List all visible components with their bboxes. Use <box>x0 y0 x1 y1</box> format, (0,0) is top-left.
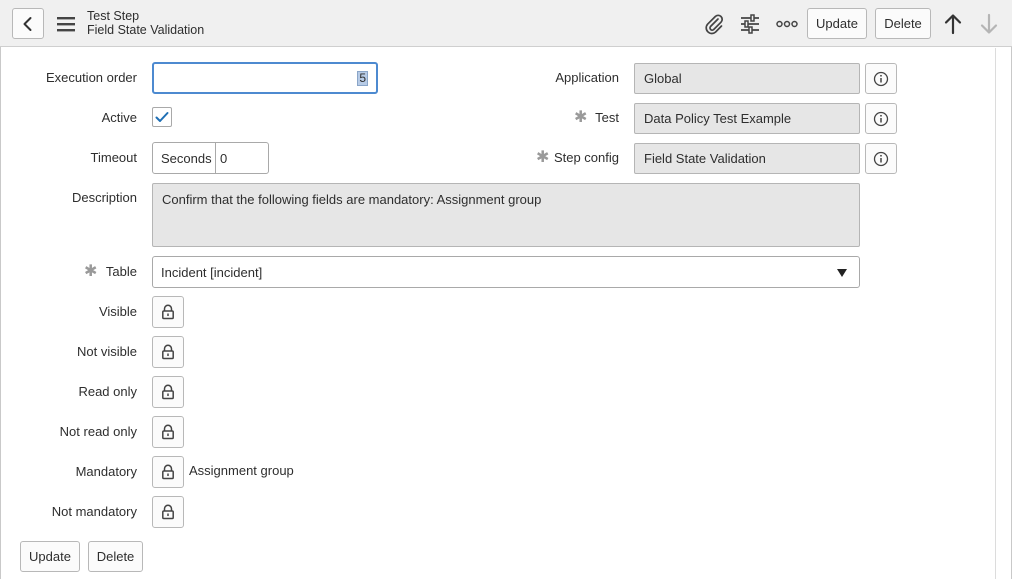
lock-icon <box>162 344 174 360</box>
lock-icon <box>162 424 174 440</box>
application-info-button[interactable] <box>865 63 897 94</box>
not-mandatory-lock-button[interactable] <box>152 496 184 528</box>
header-bar: Test Step Field State Validation Update … <box>0 0 1012 47</box>
step-config-label: Step config <box>553 150 619 165</box>
not-mandatory-label: Not mandatory <box>51 504 137 519</box>
lock-icon <box>162 384 174 400</box>
test-label: Test <box>595 110 619 125</box>
table-label: Table <box>105 264 137 279</box>
not-read-only-lock-button[interactable] <box>152 416 184 448</box>
delete-button-top[interactable]: Delete <box>875 8 931 39</box>
step-config-field: Field State Validation <box>634 143 860 174</box>
arrow-up-icon[interactable] <box>942 12 964 36</box>
update-button[interactable]: Update <box>20 541 80 572</box>
lock-icon <box>162 464 174 480</box>
lock-icon <box>162 304 174 320</box>
dropdown-caret-icon <box>837 269 847 277</box>
required-asterisk-icon: ✱ <box>574 109 588 126</box>
required-asterisk-icon: ✱ <box>84 263 98 280</box>
application-field: Global <box>634 63 860 94</box>
timeout-unit-label: Seconds <box>152 142 216 174</box>
test-field: Data Policy Test Example <box>634 103 860 134</box>
timeout-label: Timeout <box>90 150 137 165</box>
table-select-value: Incident [incident] <box>161 264 263 280</box>
table-select[interactable]: Incident [incident] <box>152 256 860 288</box>
mandatory-value: Assignment group <box>189 463 294 478</box>
chevron-left-icon <box>23 16 32 31</box>
timeout-input[interactable]: 0 <box>215 142 269 174</box>
record-title: Test Step Field State Validation <box>87 9 204 37</box>
visible-lock-button[interactable] <box>152 296 184 328</box>
arrow-down-icon[interactable] <box>978 12 1000 36</box>
settings-sliders-icon[interactable] <box>738 12 762 36</box>
not-visible-lock-button[interactable] <box>152 336 184 368</box>
page-title: Test Step <box>87 9 140 23</box>
visible-label: Visible <box>98 304 137 319</box>
active-checkbox[interactable] <box>152 107 172 127</box>
info-icon <box>873 111 889 126</box>
update-button-top[interactable]: Update <box>807 8 867 39</box>
hamburger-menu-icon[interactable] <box>55 13 77 35</box>
page-subtitle: Field State Validation <box>87 23 205 37</box>
delete-button[interactable]: Delete <box>88 541 143 572</box>
mandatory-label: Mandatory <box>75 464 137 479</box>
execution-order-value: 5 <box>357 70 368 86</box>
scrollbar-track <box>995 48 996 579</box>
read-only-label: Read only <box>78 384 137 399</box>
more-options-icon[interactable] <box>775 14 799 34</box>
back-button[interactable] <box>12 8 44 39</box>
step-config-info-button[interactable] <box>865 143 897 174</box>
not-visible-label: Not visible <box>77 344 137 359</box>
lock-icon <box>162 504 174 520</box>
description-textarea[interactable]: Confirm that the following fields are ma… <box>152 183 860 247</box>
mandatory-lock-button[interactable] <box>152 456 184 488</box>
not-read-only-label: Not read only <box>59 424 137 439</box>
checkmark-icon <box>155 112 169 122</box>
active-label: Active <box>101 110 137 125</box>
read-only-lock-button[interactable] <box>152 376 184 408</box>
paperclip-icon[interactable] <box>702 12 726 36</box>
test-info-button[interactable] <box>865 103 897 134</box>
execution-order-label: Execution order <box>45 70 137 85</box>
required-asterisk-icon: ✱ <box>536 149 550 166</box>
application-label: Application <box>555 70 619 85</box>
description-label: Description <box>71 190 137 205</box>
info-icon <box>873 71 889 86</box>
execution-order-input[interactable]: 5 <box>152 62 378 94</box>
info-icon <box>873 151 889 166</box>
